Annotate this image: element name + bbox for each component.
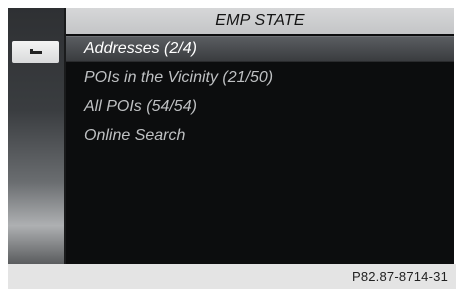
page-title: EMP STATE (215, 12, 305, 29)
menu-item-online-search[interactable]: Online Search (66, 123, 454, 149)
menu-item-all-pois[interactable]: All POIs (54/54) (66, 94, 454, 120)
menu-item-label: Online Search (84, 127, 186, 144)
back-button[interactable] (12, 41, 59, 63)
menu-item-label: Addresses (2/4) (84, 40, 197, 57)
left-sidebar (8, 8, 66, 264)
display-screen: EMP STATE Addresses (2/4) POIs in the Vi… (8, 8, 454, 264)
figure-footer: P82.87-8714-31 (8, 264, 456, 289)
main-panel: EMP STATE Addresses (2/4) POIs in the Vi… (66, 8, 454, 264)
menu-item-label: All POIs (54/54) (84, 98, 197, 115)
menu-item-pois-vicinity[interactable]: POIs in the Vicinity (21/50) (66, 65, 454, 91)
back-arrow-icon (29, 43, 43, 61)
title-bar: EMP STATE (66, 8, 454, 34)
menu-item-label: POIs in the Vicinity (21/50) (84, 69, 274, 86)
menu-item-addresses[interactable]: Addresses (2/4) (66, 36, 454, 62)
figure-code: P82.87-8714-31 (351, 269, 448, 284)
